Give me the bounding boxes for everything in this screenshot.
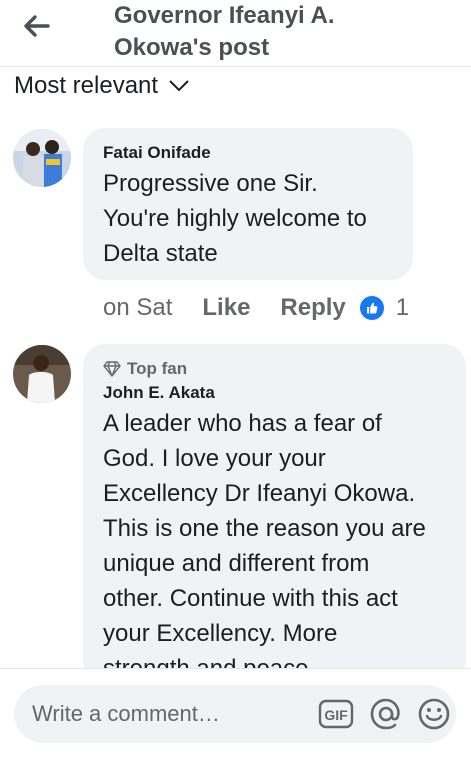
comment-line: A leader who has a fear of bbox=[103, 410, 382, 437]
comment-bubble: Top fan John E. Akata A leader who has a… bbox=[83, 344, 466, 684]
at-icon bbox=[370, 698, 400, 730]
comment-line: other. Continue with this act bbox=[103, 585, 398, 612]
comment-input[interactable]: Write a comment… GIF bbox=[14, 685, 456, 743]
comment-text: A leader who has a fear of God. I love y… bbox=[103, 406, 426, 686]
top-fan-badge: Top fan bbox=[103, 358, 187, 380]
reaction-count-value: 1 bbox=[395, 294, 410, 321]
comment-line: Excellency Dr Ifeanyi Okowa. bbox=[103, 480, 416, 507]
chevron-down-icon bbox=[169, 80, 189, 92]
comment-line: Progressive one Sir. bbox=[103, 170, 318, 197]
comment-input-placeholder: Write a comment… bbox=[32, 701, 220, 726]
comment-line: Delta state bbox=[103, 240, 218, 267]
comment-author[interactable]: John E. Akata bbox=[103, 382, 215, 404]
smiley-icon bbox=[418, 698, 450, 730]
reaction-count[interactable]: 1 bbox=[359, 292, 410, 324]
avatar[interactable] bbox=[13, 129, 71, 187]
post-header: Governor Ifeanyi A. Okowa's post bbox=[0, 0, 471, 67]
comment-timestamp[interactable]: on Sat bbox=[103, 292, 172, 324]
comment-text: Progressive one Sir. You're highly welco… bbox=[103, 166, 367, 271]
comment-author[interactable]: Fatai Onifade bbox=[103, 142, 211, 164]
sort-dropdown[interactable]: Most relevant bbox=[14, 70, 190, 102]
comment-line: God. I love your your bbox=[103, 445, 326, 472]
diamond-icon bbox=[103, 361, 121, 377]
mention-button[interactable] bbox=[368, 696, 404, 732]
svg-text:GIF: GIF bbox=[324, 707, 348, 723]
comment-line: This is one the reason you are bbox=[103, 515, 426, 542]
avatar-photo bbox=[13, 129, 71, 187]
thumbs-up-icon bbox=[359, 296, 384, 320]
comment-composer: Write a comment… GIF bbox=[0, 668, 471, 757]
reply-button[interactable]: Reply bbox=[280, 292, 345, 324]
avatar-photo bbox=[13, 345, 71, 403]
comment-bubble: Fatai Onifade Progressive one Sir. You'r… bbox=[83, 128, 413, 280]
like-button[interactable]: Like bbox=[202, 292, 250, 324]
comment-line: You're highly welcome to bbox=[103, 205, 367, 232]
page-title: Governor Ifeanyi A. Okowa's post bbox=[114, 0, 434, 64]
top-fan-label: Top fan bbox=[127, 359, 188, 378]
gif-button[interactable]: GIF bbox=[318, 696, 354, 732]
gif-icon: GIF bbox=[318, 699, 354, 729]
arrow-left-icon bbox=[24, 15, 50, 37]
avatar[interactable] bbox=[13, 345, 71, 403]
sort-label: Most relevant bbox=[14, 72, 159, 99]
page-title-line-2: Okowa's post bbox=[114, 34, 270, 61]
emoji-button[interactable] bbox=[416, 696, 452, 732]
back-button[interactable] bbox=[20, 12, 52, 40]
page-title-line-1: Governor Ifeanyi A. bbox=[114, 2, 335, 29]
comment-line: your Excellency. More bbox=[103, 620, 338, 647]
comment-actions: on Sat Like Reply 1 bbox=[103, 292, 409, 324]
comment-line: unique and different from bbox=[103, 550, 370, 577]
